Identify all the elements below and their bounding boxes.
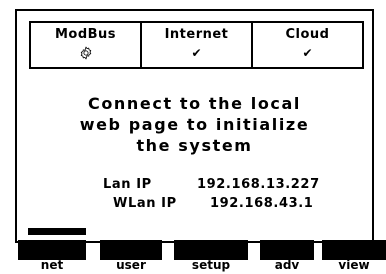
wlan-ip-label: WLan IP bbox=[113, 196, 177, 211]
softkey-bar bbox=[0, 240, 386, 260]
cloud-status: Cloud ✔ bbox=[251, 23, 362, 67]
init-message: Connect to the local web page to initial… bbox=[17, 93, 372, 156]
device-screen: ModBus Internet ✔ Cloud ✔ Connect to the… bbox=[15, 9, 374, 243]
check-icon: ✔ bbox=[191, 46, 202, 60]
softkey-net-block[interactable] bbox=[18, 240, 86, 260]
lan-ip-label: Lan IP bbox=[103, 177, 152, 192]
gear-icon bbox=[78, 45, 94, 61]
softkey-user[interactable]: user bbox=[106, 258, 156, 272]
softkey-setup[interactable]: setup bbox=[183, 258, 239, 272]
internet-label: Internet bbox=[164, 27, 229, 42]
softkey-adv-block[interactable] bbox=[260, 240, 314, 260]
message-line: Connect to the local bbox=[88, 94, 301, 113]
check-icon: ✔ bbox=[302, 46, 313, 60]
softkey-net[interactable]: net bbox=[30, 258, 74, 272]
selected-softkey-indicator bbox=[28, 228, 86, 235]
status-bar: ModBus Internet ✔ Cloud ✔ bbox=[29, 21, 364, 69]
softkey-setup-block[interactable] bbox=[174, 240, 248, 260]
softkey-view-block[interactable] bbox=[322, 240, 386, 260]
softkey-user-block[interactable] bbox=[100, 240, 162, 260]
softkey-view[interactable]: view bbox=[330, 258, 378, 272]
cloud-label: Cloud bbox=[285, 27, 330, 42]
message-line: the system bbox=[136, 136, 253, 155]
lan-ip-value: 192.168.13.227 bbox=[197, 177, 320, 192]
message-line: web page to initialize bbox=[79, 115, 310, 134]
softkey-adv[interactable]: adv bbox=[267, 258, 307, 272]
modbus-label: ModBus bbox=[54, 27, 117, 42]
internet-status: Internet ✔ bbox=[140, 23, 251, 67]
modbus-status: ModBus bbox=[31, 23, 140, 67]
wlan-ip-value: 192.168.43.1 bbox=[210, 196, 314, 211]
